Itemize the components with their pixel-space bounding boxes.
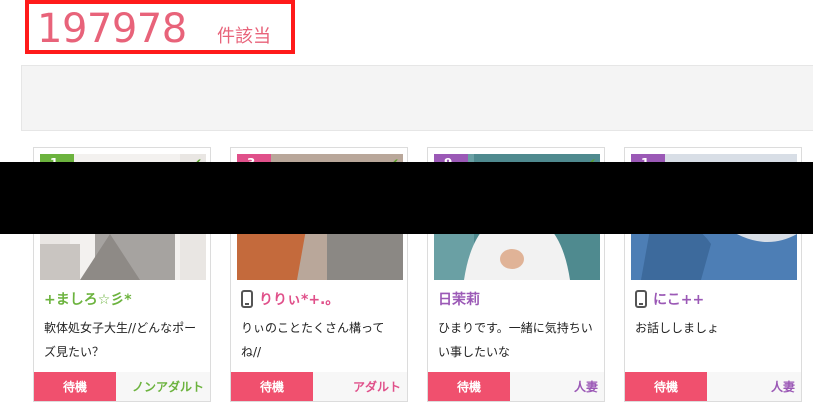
category-label: アダルト [313, 372, 407, 401]
result-count-suffix: 件該当 [217, 26, 271, 47]
result-count: 197978 [37, 6, 187, 52]
name-row[interactable]: りりぃ*+.｡ [241, 288, 332, 310]
name-row[interactable]: 日茉莉 [438, 288, 480, 310]
category-label: ノンアダルト [116, 372, 210, 401]
redaction-bar [0, 162, 813, 234]
performer-name[interactable]: りりぃ*+.｡ [259, 289, 332, 309]
category-label: 人妻 [510, 372, 604, 401]
performer-name[interactable]: +ましろ☆彡* [44, 289, 132, 309]
status-badge: 待機 [625, 372, 707, 401]
performer-name[interactable]: 日茉莉 [438, 289, 480, 309]
performer-description: お話ししましょ [635, 321, 720, 335]
card-footer: 待機 ノンアダルト [34, 372, 210, 401]
result-count-box: 197978 件該当 [25, 0, 295, 54]
status-badge: 待機 [428, 372, 510, 401]
smartphone-icon [635, 290, 647, 308]
banner-area [21, 65, 813, 131]
status-badge: 待機 [34, 372, 116, 401]
performer-description: りぃのことたくさん構ってね// [241, 321, 385, 359]
card-footer: 待機 人妻 [428, 372, 604, 401]
smartphone-icon [241, 290, 253, 308]
category-label: 人妻 [707, 372, 801, 401]
name-row[interactable]: にこ++ [635, 288, 704, 310]
performer-description: ひまりです。一緒に気持ちいい事したいな [438, 321, 593, 359]
card-footer: 待機 アダルト [231, 372, 407, 401]
name-row[interactable]: +ましろ☆彡* [44, 288, 132, 310]
performer-description: 軟体処女子大生//どんなポーズ見たい？ [44, 321, 197, 359]
performer-name[interactable]: にこ++ [653, 289, 704, 309]
card-footer: 待機 人妻 [625, 372, 801, 401]
status-badge: 待機 [231, 372, 313, 401]
